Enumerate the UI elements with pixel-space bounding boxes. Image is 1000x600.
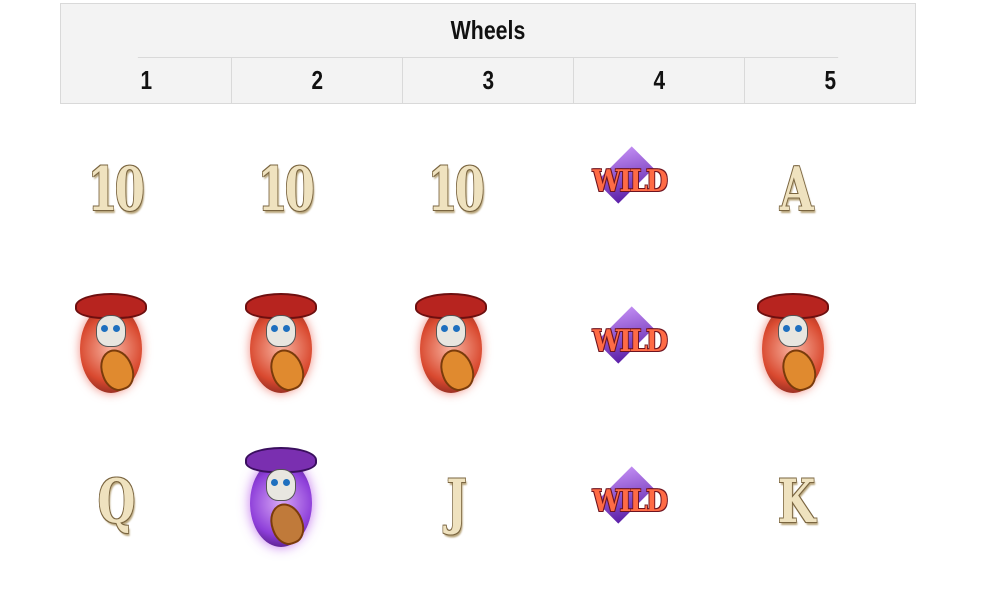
symbol-grid: 10 10 10 WILD A WILD Q J WILD K	[60, 120, 916, 580]
symbol-ten: 10	[385, 120, 525, 260]
symbol-mariachi-skull-purple	[210, 426, 350, 566]
column-header-1: 1	[61, 58, 232, 103]
symbol-mariachi-skull-red	[40, 272, 180, 412]
symbol-text: 10	[427, 155, 485, 225]
symbol-wild: WILD	[555, 434, 695, 574]
table-title: Wheels	[137, 4, 839, 58]
mariachi-skull-purple-icon	[245, 441, 317, 551]
symbol-mariachi-skull-red	[722, 272, 862, 412]
wild-text: WILD	[592, 484, 669, 519]
symbol-mariachi-skull-red	[210, 272, 350, 412]
wild-text: WILD	[592, 324, 669, 359]
symbol-queen: Q	[45, 432, 185, 572]
symbol-ten: 10	[215, 120, 355, 260]
symbol-text: J	[446, 467, 466, 537]
symbol-ace: A	[725, 120, 865, 260]
column-header-2: 2	[232, 58, 403, 103]
symbol-ten: 10	[45, 120, 185, 260]
column-header-4: 4	[574, 58, 745, 103]
symbol-text: 10	[87, 155, 145, 225]
mariachi-skull-icon	[415, 287, 487, 397]
symbol-jack: J	[385, 432, 525, 572]
wild-text: WILD	[592, 164, 669, 199]
wheels-table: Wheels 1 2 3 4 5	[60, 3, 916, 104]
mariachi-skull-icon	[245, 287, 317, 397]
mariachi-skull-icon	[757, 287, 829, 397]
symbol-mariachi-skull-red	[380, 272, 520, 412]
symbol-text: Q	[97, 467, 136, 537]
symbol-text: 10	[257, 155, 315, 225]
mariachi-skull-icon	[75, 287, 147, 397]
column-header-5: 5	[824, 65, 836, 95]
symbol-wild: WILD	[555, 274, 695, 414]
symbol-text: A	[779, 155, 813, 225]
symbol-king: K	[725, 432, 865, 572]
column-header-3: 3	[403, 58, 574, 103]
column-header-row: 1 2 3 4 5	[61, 58, 915, 103]
symbol-text: K	[777, 467, 816, 537]
symbol-wild: WILD	[555, 114, 695, 254]
